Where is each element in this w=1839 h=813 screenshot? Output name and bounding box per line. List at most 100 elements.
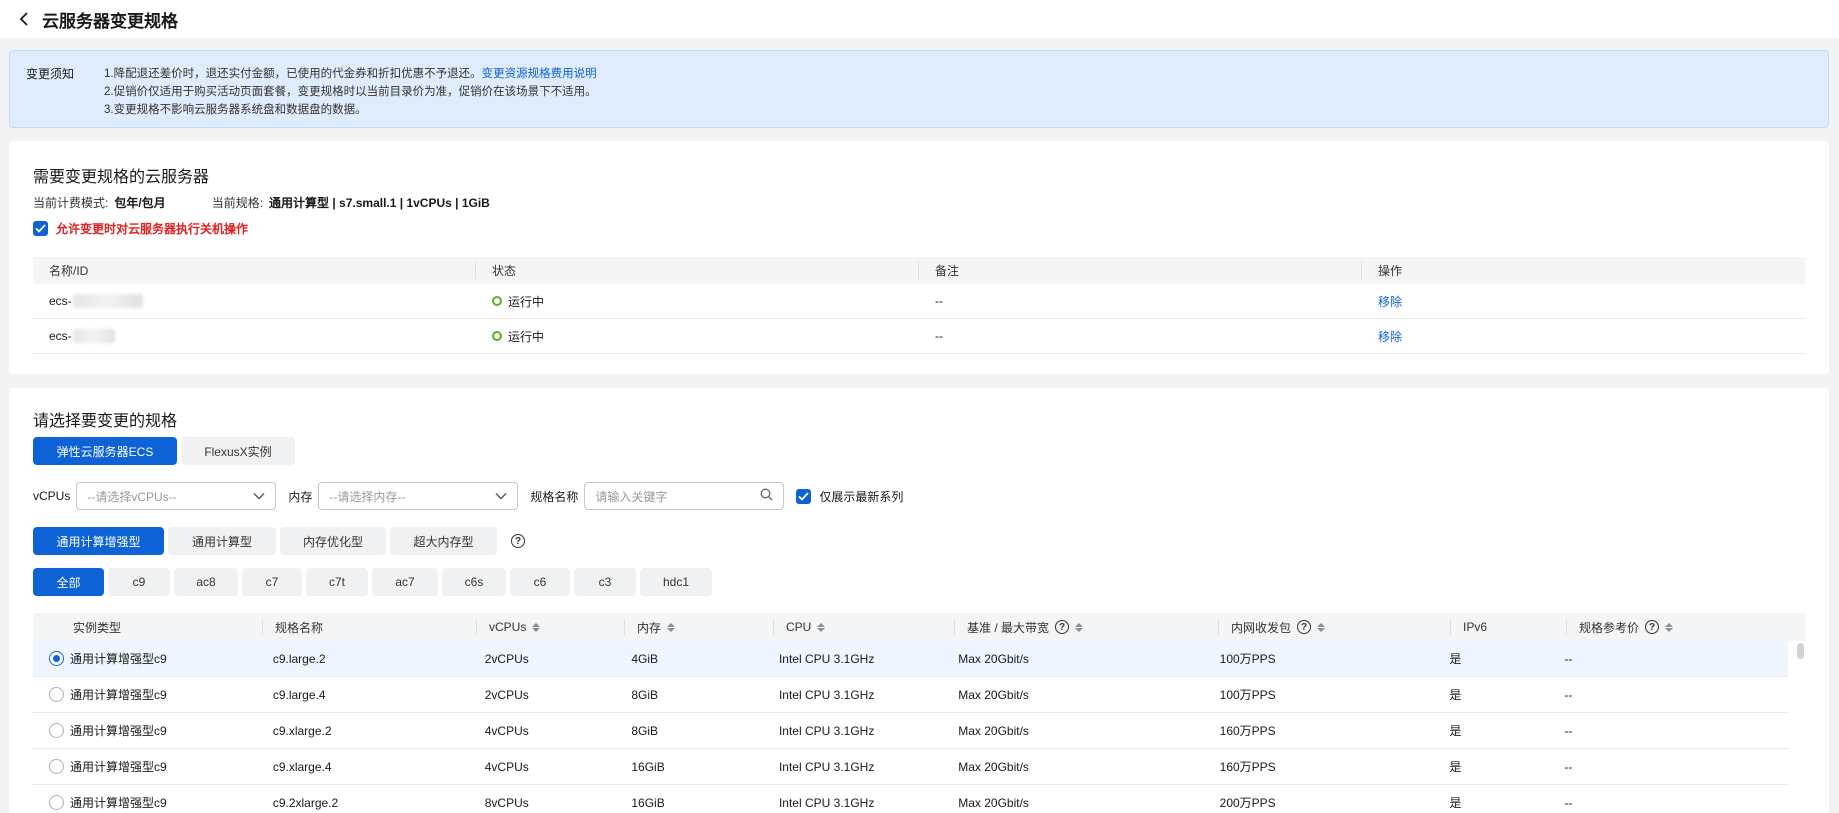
- cpu-cell: Intel CPU 3.1GHz: [778, 723, 875, 738]
- table-row[interactable]: 通用计算增强型c9 c9.large.4 2vCPUs 8GiB Intel C…: [33, 677, 1788, 713]
- spec-radio[interactable]: [49, 759, 64, 774]
- table-row[interactable]: 通用计算增强型c9 c9.large.2 2vCPUs 4GiB Intel C…: [33, 641, 1788, 677]
- spec-selection-card: 请选择要变更的规格 弹性云服务器ECS FlexusX实例 vCPUs --请选…: [9, 388, 1829, 813]
- spec-name-cell: c9.large.4: [272, 687, 326, 702]
- product-tabs: 弹性云服务器ECS FlexusX实例: [33, 437, 295, 465]
- col-action: 操作: [1378, 264, 1403, 278]
- current-spec-value: 通用计算型 | s7.small.1 | 1vCPUs | 1GiB: [269, 196, 490, 210]
- col-cpu-label: CPU: [786, 620, 812, 634]
- ipv6-cell: 是: [1449, 652, 1462, 666]
- servers-section-title: 需要变更规格的云服务器: [33, 169, 210, 186]
- series-tab-c6s[interactable]: c6s: [442, 568, 506, 596]
- back-arrow-icon[interactable]: [14, 9, 34, 29]
- series-tab-c7t[interactable]: c7t: [306, 568, 368, 596]
- servers-table-header: 名称/ID 状态 备注 操作: [33, 257, 1805, 284]
- table-row: ecs- 运行中 -- 移除: [33, 284, 1805, 319]
- help-icon[interactable]: ?: [1645, 620, 1660, 634]
- sort-icon[interactable]: [532, 622, 541, 632]
- sort-icon[interactable]: [1075, 622, 1084, 632]
- vcpus-select[interactable]: --请选择vCPUs--: [76, 482, 277, 510]
- tab-large-memory[interactable]: 超大内存型: [390, 527, 497, 555]
- series-tab-ac7[interactable]: ac7: [372, 568, 438, 596]
- top-bar: 云服务器变更规格: [0, 0, 1839, 38]
- tab-ecs[interactable]: 弹性云服务器ECS: [33, 437, 177, 465]
- col-name-id: 名称/ID: [33, 262, 476, 279]
- server-status: 运行中: [476, 328, 919, 345]
- billing-mode-label: 当前计费模式:: [33, 196, 109, 210]
- series-tab-c9[interactable]: c9: [108, 568, 170, 596]
- spec-name-search-input[interactable]: 请输入关键字: [584, 482, 785, 510]
- remove-link[interactable]: 移除: [1378, 330, 1402, 344]
- spec-name-cell: c9.large.2: [272, 651, 326, 666]
- series-tabs: 全部 c9 ac8 c7 c7t ac7 c6s c6 c3 hdc1: [33, 568, 712, 596]
- instance-type-cell: 通用计算增强型c9: [33, 713, 261, 748]
- remove-link[interactable]: 移除: [1378, 295, 1402, 309]
- table-scrollbar[interactable]: [1797, 641, 1805, 813]
- instance-type-text: 通用计算增强型c9: [70, 796, 167, 810]
- col-cpu[interactable]: CPU: [774, 619, 955, 635]
- sort-icon[interactable]: [817, 622, 826, 632]
- sort-icon[interactable]: [667, 622, 676, 632]
- series-tab-c3[interactable]: c3: [574, 568, 636, 596]
- price-cell: --: [1564, 759, 1573, 774]
- server-remark: --: [935, 294, 943, 308]
- help-icon[interactable]: ?: [511, 534, 525, 548]
- col-pps[interactable]: 内网收发包?: [1219, 619, 1451, 635]
- spec-name-search-placeholder: 请输入关键字: [595, 489, 668, 504]
- sort-icon[interactable]: [1665, 622, 1674, 632]
- col-memory-label: 内存: [637, 620, 662, 635]
- series-tab-c6[interactable]: c6: [510, 568, 570, 596]
- instance-type-text: 通用计算增强型c9: [70, 652, 167, 666]
- series-tab-ac8[interactable]: ac8: [174, 568, 238, 596]
- table-row: ecs- 运行中 -- 移除: [33, 319, 1805, 354]
- col-memory[interactable]: 内存: [625, 619, 774, 635]
- table-row[interactable]: 通用计算增强型c9 c9.2xlarge.2 8vCPUs 16GiB Inte…: [33, 785, 1788, 813]
- allow-shutdown-option[interactable]: 允许变更时对云服务器执行关机操作: [33, 220, 248, 237]
- running-status-icon: [492, 331, 502, 341]
- col-price[interactable]: 规格参考价?: [1567, 619, 1805, 635]
- tab-memory-optimized[interactable]: 内存优化型: [280, 527, 386, 555]
- spec-radio[interactable]: [49, 723, 64, 738]
- billing-mode-value: 包年/包月: [114, 196, 166, 210]
- help-icon[interactable]: ?: [1055, 620, 1070, 634]
- instance-type-cell: 通用计算增强型c9: [33, 677, 261, 712]
- scrollbar-thumb[interactable]: [1797, 643, 1804, 659]
- vcpus-cell: 4vCPUs: [484, 723, 529, 738]
- spec-table-header: 实例类型 规格名称 vCPUs 内存 CPU 基准 / 最大带宽? 内网收发包?…: [33, 613, 1805, 641]
- memory-cell: 4GiB: [631, 651, 659, 666]
- col-bandwidth[interactable]: 基准 / 最大带宽?: [955, 619, 1219, 635]
- ipv6-cell: 是: [1449, 688, 1462, 702]
- spec-radio[interactable]: [49, 687, 64, 702]
- server-name-text: ecs-: [49, 293, 72, 308]
- tab-flexusx[interactable]: FlexusX实例: [181, 437, 295, 465]
- chevron-down-icon: [253, 489, 265, 503]
- bandwidth-cell: Max 20Gbit/s: [958, 687, 1029, 702]
- server-remark: --: [935, 329, 943, 343]
- cpu-cell: Intel CPU 3.1GHz: [778, 795, 875, 810]
- tab-general-enhanced[interactable]: 通用计算增强型: [33, 527, 164, 555]
- table-row[interactable]: 通用计算增强型c9 c9.xlarge.4 4vCPUs 16GiB Intel…: [33, 749, 1788, 785]
- latest-series-checkbox[interactable]: [796, 488, 812, 504]
- search-icon[interactable]: [760, 488, 773, 504]
- table-row[interactable]: 通用计算增强型c9 c9.xlarge.2 4vCPUs 8GiB Intel …: [33, 713, 1788, 749]
- series-tab-c7[interactable]: c7: [242, 568, 302, 596]
- spec-radio[interactable]: [49, 795, 64, 810]
- series-tab-hdc1[interactable]: hdc1: [640, 568, 712, 596]
- series-tab-all[interactable]: 全部: [33, 568, 104, 596]
- ipv6-cell: 是: [1449, 760, 1462, 774]
- fee-description-link[interactable]: 变更资源规格费用说明: [482, 68, 597, 80]
- price-cell: --: [1564, 723, 1573, 738]
- spec-radio[interactable]: [49, 651, 64, 666]
- help-icon[interactable]: ?: [1297, 620, 1312, 634]
- redacted-id: [72, 294, 143, 309]
- memory-cell: 8GiB: [631, 723, 659, 738]
- col-price-label: 规格参考价: [1579, 620, 1640, 635]
- spec-name-cell: c9.2xlarge.2: [272, 795, 339, 810]
- col-bandwidth-label: 基准 / 最大带宽: [967, 620, 1050, 635]
- memory-select[interactable]: --请选择内存--: [318, 482, 519, 510]
- pps-cell: 100万PPS: [1219, 688, 1276, 702]
- sort-icon[interactable]: [1317, 622, 1326, 632]
- allow-shutdown-checkbox[interactable]: [33, 221, 48, 236]
- tab-general-compute[interactable]: 通用计算型: [168, 527, 276, 555]
- col-vcpus[interactable]: vCPUs: [477, 619, 625, 635]
